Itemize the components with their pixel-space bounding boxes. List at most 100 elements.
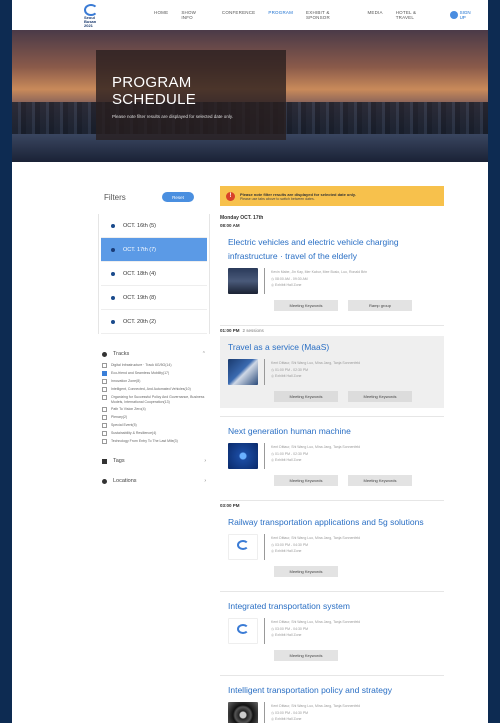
tracks-list: Digital Infrastructure · Track 6G/5G(14)… (102, 363, 206, 444)
session-speakers: Kent Dittaur, Shi Wang Luo, Mina Jang, T… (271, 361, 361, 365)
session-buttons: Meeting Keywords (274, 650, 436, 661)
session-action-button[interactable]: Meeting Keywords (274, 566, 338, 577)
track-checkbox[interactable] (102, 431, 107, 436)
account-link[interactable]: SIGN UP (449, 10, 478, 20)
separator (264, 534, 265, 560)
track-label: Organizing for Successful Policy And Gov… (111, 395, 205, 404)
tracks-title: Tracks (113, 351, 130, 357)
nav-item[interactable]: EXHIBIT & SPONSOR (306, 10, 354, 20)
track-checkbox[interactable] (102, 363, 107, 368)
session-title[interactable]: Railway transportation applications and … (228, 515, 436, 529)
separator (264, 702, 265, 723)
track-label: Sustainability & Resilience(4) (111, 431, 157, 435)
main-nav: HOME SHOW INFO CONFERENCE PROGRAM EXHIBIT & … (154, 10, 436, 20)
session-action-button[interactable]: Meeting Keywords (274, 300, 338, 311)
session-action-button[interactable]: Ramp group (348, 300, 412, 311)
track-option[interactable]: Path To Vision Zero(4) (102, 407, 206, 412)
session-speakers: Kent Dittaur, Shi Wang Luo, Mina Jang, T… (271, 704, 361, 708)
date-tab[interactable]: OCT. 18th (4) (101, 262, 207, 286)
time-slot-heading: 08:00 AM (220, 223, 444, 228)
session-room: ◎ Exhibit Hall Zone (271, 374, 302, 378)
track-option[interactable]: Digital Infrastructure · Track 6G/5G(14) (102, 363, 206, 368)
date-tab[interactable]: OCT. 17th (7) (101, 238, 207, 262)
nav-item[interactable]: SHOW INFO (181, 10, 209, 20)
divider (220, 500, 444, 501)
track-option[interactable]: Special Event(5) (102, 423, 206, 428)
track-option[interactable]: Organizing for Successful Policy And Gov… (102, 395, 206, 404)
session-thumbnail (228, 702, 258, 723)
track-checkbox[interactable] (102, 395, 107, 400)
track-option[interactable]: Eco-friend and Seamless Mobility(17) (102, 371, 206, 376)
session-action-button[interactable]: Meeting Keywords (274, 650, 338, 661)
tag-icon (102, 458, 107, 464)
date-tab[interactable]: OCT. 19th (8) (101, 286, 207, 310)
session-card: Electric vehicles and electric vehicle c… (220, 231, 444, 317)
session-title[interactable]: Electric vehicles and electric vehicle c… (228, 235, 436, 263)
schedule-main: ! Please note filter results are display… (220, 186, 444, 723)
separator (264, 618, 265, 644)
session-buttons: Meeting Keywords Meeting Keywords (274, 391, 436, 402)
track-checkbox[interactable] (102, 371, 107, 376)
track-label: Special Event(5) (111, 423, 137, 427)
session-count: 2 sessions (242, 328, 264, 333)
track-checkbox[interactable] (102, 415, 107, 420)
track-checkbox[interactable] (102, 423, 107, 428)
time-slot-label: 01:00 PM (220, 328, 240, 333)
session-speakers: Kent Dittaur, Shi Wang Luo, Mina Jang, T… (271, 445, 361, 449)
tracks-icon (102, 351, 107, 357)
track-option[interactable]: Technology From Entry To The Last Mile(3… (102, 439, 206, 444)
session-thumbnail (228, 359, 258, 385)
session-thumbnail (228, 268, 258, 294)
session-title[interactable]: Intelligent transportation policy and st… (228, 683, 436, 697)
session-action-button[interactable]: Meeting Keywords (348, 475, 412, 486)
event-logo-icon (237, 540, 249, 550)
session-card: Next generation human machine Kent Dittau… (220, 420, 444, 492)
separator (264, 443, 265, 469)
date-tab[interactable]: OCT. 16th (5) (101, 214, 207, 238)
logo-text: 2021 (84, 23, 93, 28)
session-action-button[interactable]: Meeting Keywords (348, 391, 412, 402)
nav-item[interactable]: CONFERENCE (222, 10, 256, 20)
locations-title: Locations (113, 478, 137, 484)
site-logo[interactable]: Seoul Busan 2021 (84, 4, 126, 28)
nav-item[interactable]: PROGRAM (268, 10, 293, 20)
page-title: PROGRAM SCHEDULE (112, 74, 197, 108)
session-action-button[interactable]: Meeting Keywords (274, 391, 338, 402)
track-option[interactable]: Plenary(2) (102, 415, 206, 420)
nav-item[interactable]: MEDIA (367, 10, 382, 20)
track-checkbox[interactable] (102, 379, 107, 384)
session-details: Kent Dittaur, Shi Wang Luo, Mina Jang, T… (228, 702, 436, 723)
session-speakers: Kent Dittaur, Shi Wang Luo, Mina Jang, T… (271, 536, 361, 540)
date-tabs: OCT. 16th (5) OCT. 17th (7) OCT. 18th (4) O… (98, 214, 210, 334)
session-title[interactable]: Next generation human machine (228, 424, 436, 438)
session-action-button[interactable]: Meeting Keywords (274, 475, 338, 486)
track-option[interactable]: Intelligent, Connected, And Automated Ve… (102, 387, 206, 392)
session-title[interactable]: Integrated transportation system (228, 599, 436, 613)
tags-filter[interactable]: Tags › (98, 458, 210, 464)
nav-item[interactable]: HOME (154, 10, 168, 20)
track-option[interactable]: Sustainability & Resilience(4) (102, 431, 206, 436)
session-thumbnail (228, 534, 258, 560)
date-tab[interactable]: OCT. 20th (2) (101, 310, 207, 334)
session-speakers: Kevin Mabe, Jin Kay, Mer Kabur, Mee Busi… (271, 270, 368, 274)
track-checkbox[interactable] (102, 439, 107, 444)
notice-subtext: Please use tabs above to switch between … (240, 196, 315, 201)
time-slot-heading: 03:00 PM (220, 503, 444, 508)
alert-icon: ! (226, 191, 235, 201)
track-checkbox[interactable] (102, 407, 107, 412)
divider (220, 591, 444, 592)
nav-item[interactable]: HOTEL & TRAVEL (396, 10, 436, 20)
locations-filter[interactable]: Locations › (98, 478, 210, 484)
filters-title: Filters (104, 192, 126, 202)
session-title[interactable]: Travel as a service (MaaS) (228, 340, 436, 354)
schedule-slots: 08:00 AM Electric vehicles and electric v… (220, 223, 444, 723)
track-checkbox[interactable] (102, 387, 107, 392)
track-option[interactable]: Innovation Zone(8) (102, 379, 206, 384)
date-tab-label: OCT. 18th (4) (123, 270, 157, 277)
reset-button[interactable]: Reset (162, 192, 194, 202)
tracks-header[interactable]: Tracks ⌃ (102, 348, 206, 360)
radio-dot-icon (111, 271, 115, 276)
session-speakers: Kent Dittaur, Shi Wang Luo, Mina Jang, T… (271, 620, 361, 624)
location-pin-icon (102, 478, 107, 484)
top-navbar: Seoul Busan 2021 HOME SHOW INFO CONFERENCE PR… (12, 0, 488, 30)
